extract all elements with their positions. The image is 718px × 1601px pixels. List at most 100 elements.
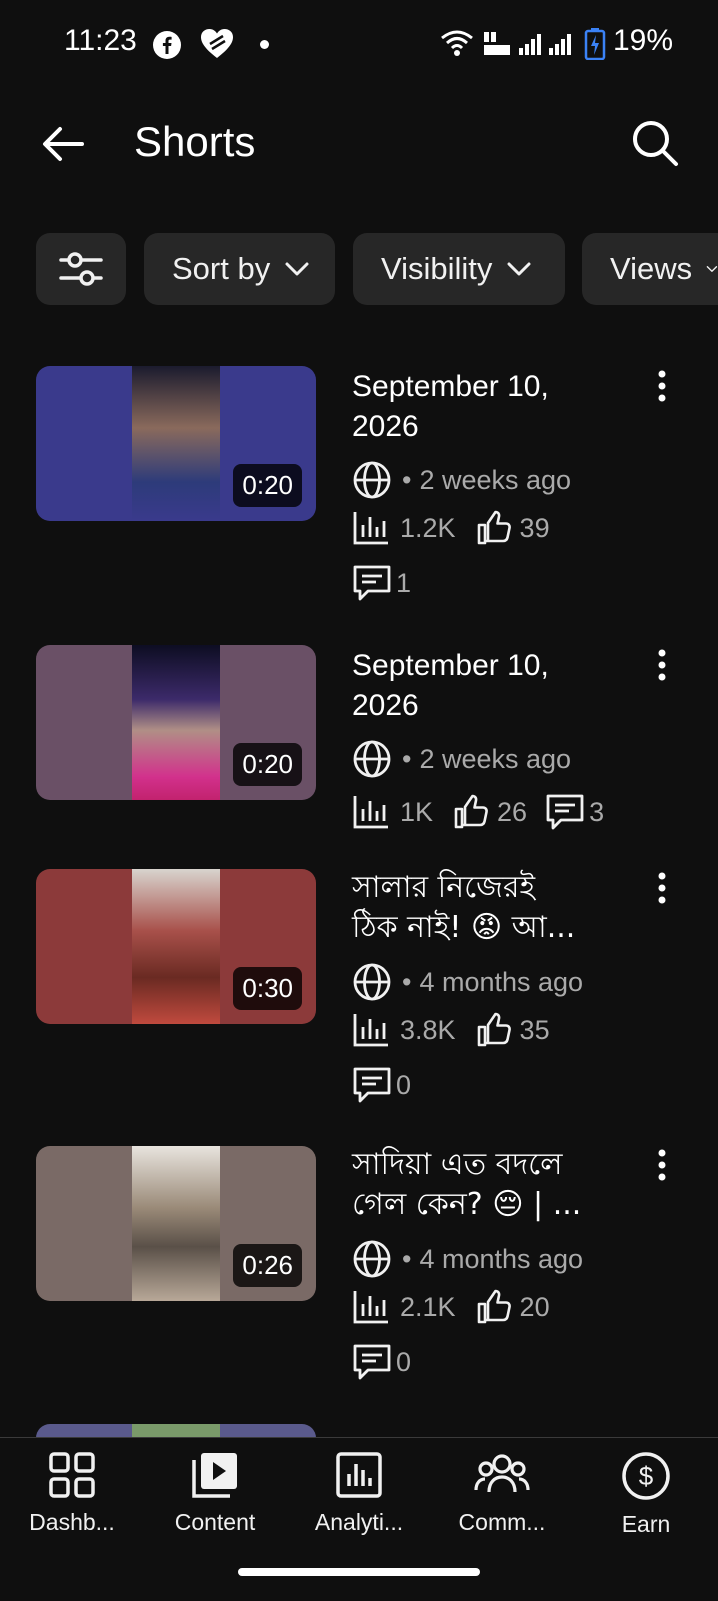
nav-community[interactable]: Comm... — [437, 1450, 567, 1536]
sliders-icon — [59, 252, 103, 286]
back-arrow-icon[interactable] — [38, 120, 86, 168]
signal-icon-2 — [549, 34, 571, 55]
nav-content-label: Content — [174, 1509, 256, 1535]
battery-percent: 19% — [613, 24, 674, 57]
home-indicator[interactable] — [238, 1568, 480, 1576]
video-title-line1: September 10, — [352, 649, 549, 682]
video-visibility-row: • 4 months ago — [352, 962, 583, 1002]
video-stats-row: 2.1K 20 — [352, 1289, 550, 1325]
globe-icon — [353, 963, 391, 1001]
page-title: Shorts — [134, 118, 256, 165]
thumbnail-image — [132, 1146, 220, 1301]
video-title-line2: ঠিক নাই! 😡 আ... — [352, 910, 576, 945]
video-views: 1.2K — [400, 512, 456, 543]
nav-earn-label: Earn — [621, 1511, 671, 1537]
comment-icon — [353, 565, 391, 601]
sort-by-chip[interactable]: Sort by — [144, 233, 335, 305]
volte-icon — [484, 32, 510, 55]
more-options-icon[interactable] — [648, 647, 676, 687]
video-age: 4 months ago — [419, 966, 584, 997]
views-chart-icon — [353, 512, 388, 545]
more-options-icon[interactable] — [648, 870, 676, 910]
status-bar: 11:23 19% — [0, 0, 718, 90]
video-stats-row: 1.2K 39 — [352, 510, 550, 546]
video-comments-row: 0 — [352, 1343, 411, 1381]
video-duration: 0:20 — [233, 464, 302, 507]
more-options-icon[interactable] — [648, 1147, 676, 1187]
comment-icon — [353, 1344, 391, 1380]
video-thumbnail[interactable]: 0:20 — [36, 645, 316, 800]
chevron-down-icon — [507, 262, 531, 276]
video-comments-row: 1 — [352, 564, 411, 602]
thumbs-up-icon — [477, 1289, 511, 1324]
video-title-line2: 2026 — [352, 689, 419, 722]
facebook-icon — [153, 31, 181, 59]
heart-check-icon — [201, 29, 233, 58]
views-label: Views — [610, 251, 693, 286]
video-visibility-row: • 2 weeks ago — [352, 460, 571, 500]
views-chip[interactable]: Views — [582, 233, 718, 305]
sort-by-label: Sort by — [172, 251, 271, 286]
video-title-line1: September 10, — [352, 370, 549, 403]
video-comments: 0 — [396, 1346, 412, 1377]
comment-icon — [353, 1067, 391, 1103]
visibility-label: Visibility — [381, 251, 493, 286]
video-comments: 1 — [396, 567, 412, 598]
battery-icon — [584, 28, 606, 60]
video-title[interactable]: September 10, 2026 — [352, 646, 612, 726]
video-stats-row: 3.8K 35 — [352, 1012, 550, 1048]
visibility-chip[interactable]: Visibility — [353, 233, 565, 305]
views-chart-icon — [353, 1291, 388, 1324]
video-title[interactable]: সালার নিজেরই ঠিক নাই! 😡 আ... — [352, 868, 612, 948]
more-options-icon[interactable] — [648, 368, 676, 408]
video-duration: 0:30 — [233, 967, 302, 1010]
signal-icon — [519, 34, 541, 55]
video-title-line2: 2026 — [352, 410, 419, 443]
video-likes: 26 — [497, 796, 528, 827]
video-age: 2 weeks ago — [419, 743, 572, 774]
notification-dot — [260, 40, 269, 49]
video-views: 3.8K — [400, 1014, 456, 1045]
video-thumbnail[interactable]: 0:20 — [36, 366, 316, 521]
video-age: 4 months ago — [419, 1243, 584, 1274]
video-title[interactable]: September 10, 2026 — [352, 367, 612, 447]
video-title[interactable]: সাদিয়া এত বদলে গেল কেন? 😔 | ... — [352, 1145, 612, 1225]
chevron-down-icon — [285, 262, 309, 276]
video-comments: 3 — [589, 796, 605, 827]
video-comments-row: 0 — [352, 1066, 411, 1104]
video-visibility-row: • 2 weeks ago — [352, 739, 571, 779]
wifi-icon — [441, 30, 473, 56]
globe-icon — [353, 740, 391, 778]
analytics-icon — [336, 1452, 382, 1498]
nav-content[interactable]: Content — [150, 1450, 280, 1536]
video-thumbnail[interactable]: 0:26 — [36, 1146, 316, 1301]
thumbnail-image — [132, 645, 220, 800]
globe-icon — [353, 1240, 391, 1278]
video-thumbnail[interactable]: 0:30 — [36, 869, 316, 1024]
video-views: 2.1K — [400, 1291, 456, 1322]
filter-settings-button[interactable] — [36, 233, 126, 305]
video-comments: 0 — [396, 1069, 412, 1100]
video-age: 2 weeks ago — [419, 464, 572, 495]
video-likes: 20 — [519, 1291, 550, 1322]
video-duration: 0:20 — [233, 743, 302, 786]
thumbnail-image — [132, 869, 220, 1024]
globe-icon — [353, 461, 391, 499]
video-title-line1: সাদিয়া এত বদলে — [352, 1147, 563, 1182]
nav-earn[interactable]: $ Earn — [581, 1450, 711, 1538]
nav-analytics[interactable]: Analyti... — [294, 1450, 424, 1536]
thumbs-up-icon — [477, 1012, 511, 1047]
content-icon — [192, 1453, 237, 1498]
nav-dashboard-label: Dashb... — [29, 1509, 115, 1535]
status-time: 11:23 — [64, 24, 137, 57]
video-visibility-row: • 4 months ago — [352, 1239, 583, 1279]
comment-icon — [546, 794, 584, 830]
nav-community-label: Comm... — [458, 1509, 546, 1535]
earn-icon: $ — [622, 1452, 670, 1500]
nav-analytics-label: Analyti... — [314, 1509, 404, 1535]
video-views: 1K — [400, 796, 434, 827]
community-icon — [474, 1454, 530, 1493]
svg-text:$: $ — [639, 1461, 654, 1491]
search-icon[interactable] — [630, 118, 680, 168]
nav-dashboard[interactable]: Dashb... — [7, 1450, 137, 1536]
